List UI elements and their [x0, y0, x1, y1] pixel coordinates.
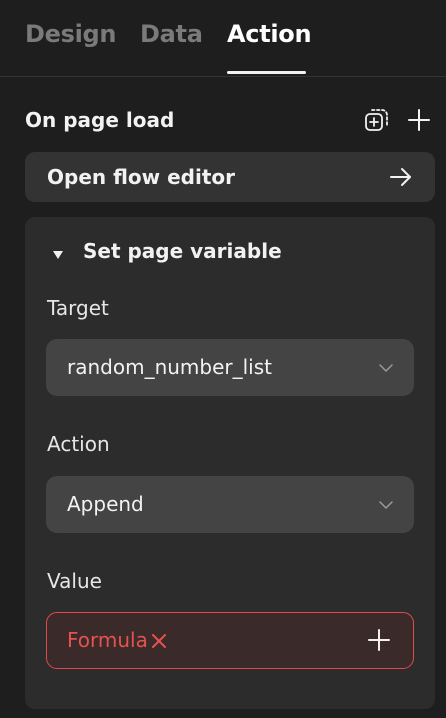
target-value: random_number_list [67, 355, 272, 379]
tab-bar: Design Data Action [0, 0, 446, 77]
add-formula-icon[interactable] [367, 628, 391, 652]
target-label: Target [47, 296, 109, 320]
formula-text: Formula [67, 628, 148, 652]
tab-design[interactable]: Design [25, 20, 116, 48]
tab-action[interactable]: Action [227, 20, 312, 48]
open-flow-editor-button[interactable]: Open flow editor [25, 152, 435, 202]
value-formula-field[interactable]: Formula [46, 612, 414, 669]
action-select[interactable]: Append [46, 476, 414, 533]
add-frame-icon[interactable] [364, 107, 390, 133]
formula-error-value: Formula [67, 628, 168, 652]
caret-down-icon [52, 246, 64, 259]
action-label: Action [47, 432, 110, 456]
card-title: Set page variable [83, 239, 282, 263]
arrow-right-icon [389, 165, 413, 189]
chevron-down-icon [378, 497, 394, 513]
error-x-icon [150, 631, 168, 649]
target-select[interactable]: random_number_list [46, 339, 414, 396]
plus-icon[interactable] [406, 107, 432, 133]
action-value: Append [67, 492, 144, 516]
value-label: Value [47, 569, 102, 593]
open-flow-editor-label: Open flow editor [47, 165, 235, 189]
set-page-variable-card: Set page variable Target random_number_l… [25, 217, 435, 709]
tab-data[interactable]: Data [140, 20, 203, 48]
section-title: On page load [25, 108, 175, 132]
chevron-down-icon [378, 360, 394, 376]
active-tab-indicator [227, 71, 306, 74]
